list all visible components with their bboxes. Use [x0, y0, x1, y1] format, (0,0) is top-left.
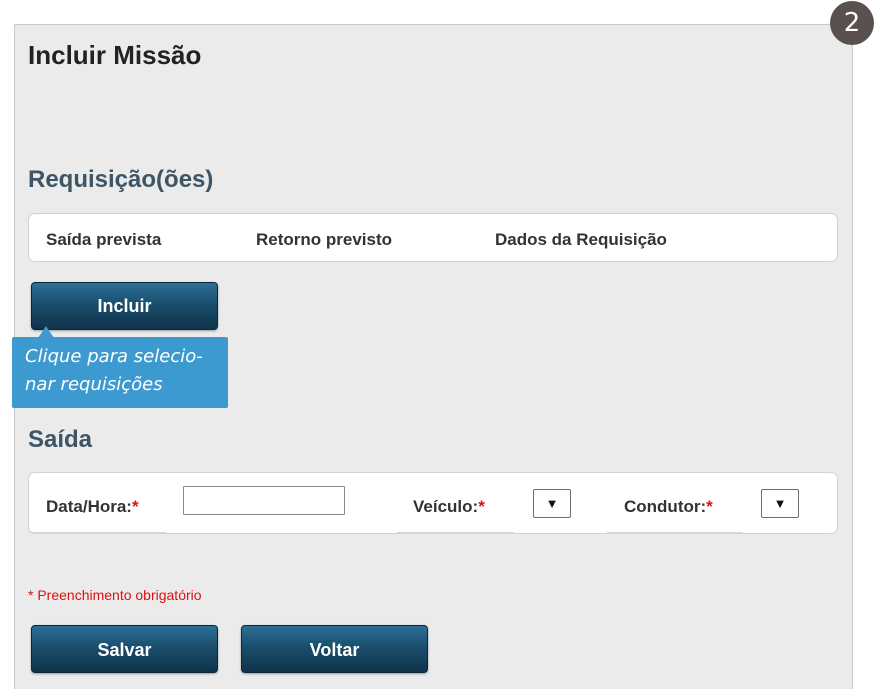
tooltip-line: nar requisições: [25, 374, 163, 395]
column-saida-prevista: Saída prevista: [46, 230, 162, 249]
veiculo-label: Veículo:*: [413, 497, 485, 517]
data-hora-input[interactable]: [183, 486, 345, 515]
required-fields-note: * Preenchimento obrigatório: [28, 587, 202, 603]
saida-section-title: Saída: [28, 426, 93, 453]
tooltip-line: Clique para selecio-: [25, 346, 203, 367]
data-hora-label: Data/Hora:*: [46, 497, 139, 517]
column-dados-requisicao: Dados da Requisição: [495, 230, 667, 249]
requisicoes-table-header: Saída prevista Retorno previsto Dados da…: [28, 213, 838, 262]
veiculo-label-text: Veículo:: [413, 497, 479, 516]
condutor-label-text: Condutor:: [624, 497, 707, 516]
required-asterisk: *: [478, 497, 485, 516]
chevron-down-icon: ▼: [545, 496, 559, 511]
column-retorno-previsto: Retorno previsto: [256, 230, 393, 249]
incluir-tooltip: Clique para selecio- nar requisições: [12, 337, 228, 408]
field-divider: [397, 532, 514, 533]
chevron-down-icon: ▼: [773, 496, 787, 511]
page-title: Incluir Missão: [28, 40, 202, 70]
requisicoes-section-title: Requisição(ões): [28, 166, 214, 193]
saida-fields-box: Data/Hora:* Veículo:* ▼ Condutor:* ▼: [28, 472, 838, 534]
required-asterisk: *: [706, 497, 713, 516]
condutor-select[interactable]: ▼: [761, 489, 799, 518]
field-divider: [607, 532, 743, 533]
required-asterisk: *: [131, 497, 139, 516]
condutor-label: Condutor:*: [624, 497, 713, 517]
field-divider: [29, 532, 166, 533]
back-button[interactable]: Voltar: [241, 625, 428, 673]
data-hora-label-text: Data/Hora:: [46, 497, 132, 516]
save-button[interactable]: Salvar: [31, 625, 218, 673]
step-badge: 2: [830, 1, 874, 45]
incluir-button[interactable]: Incluir: [31, 282, 218, 330]
veiculo-select[interactable]: ▼: [533, 489, 571, 518]
